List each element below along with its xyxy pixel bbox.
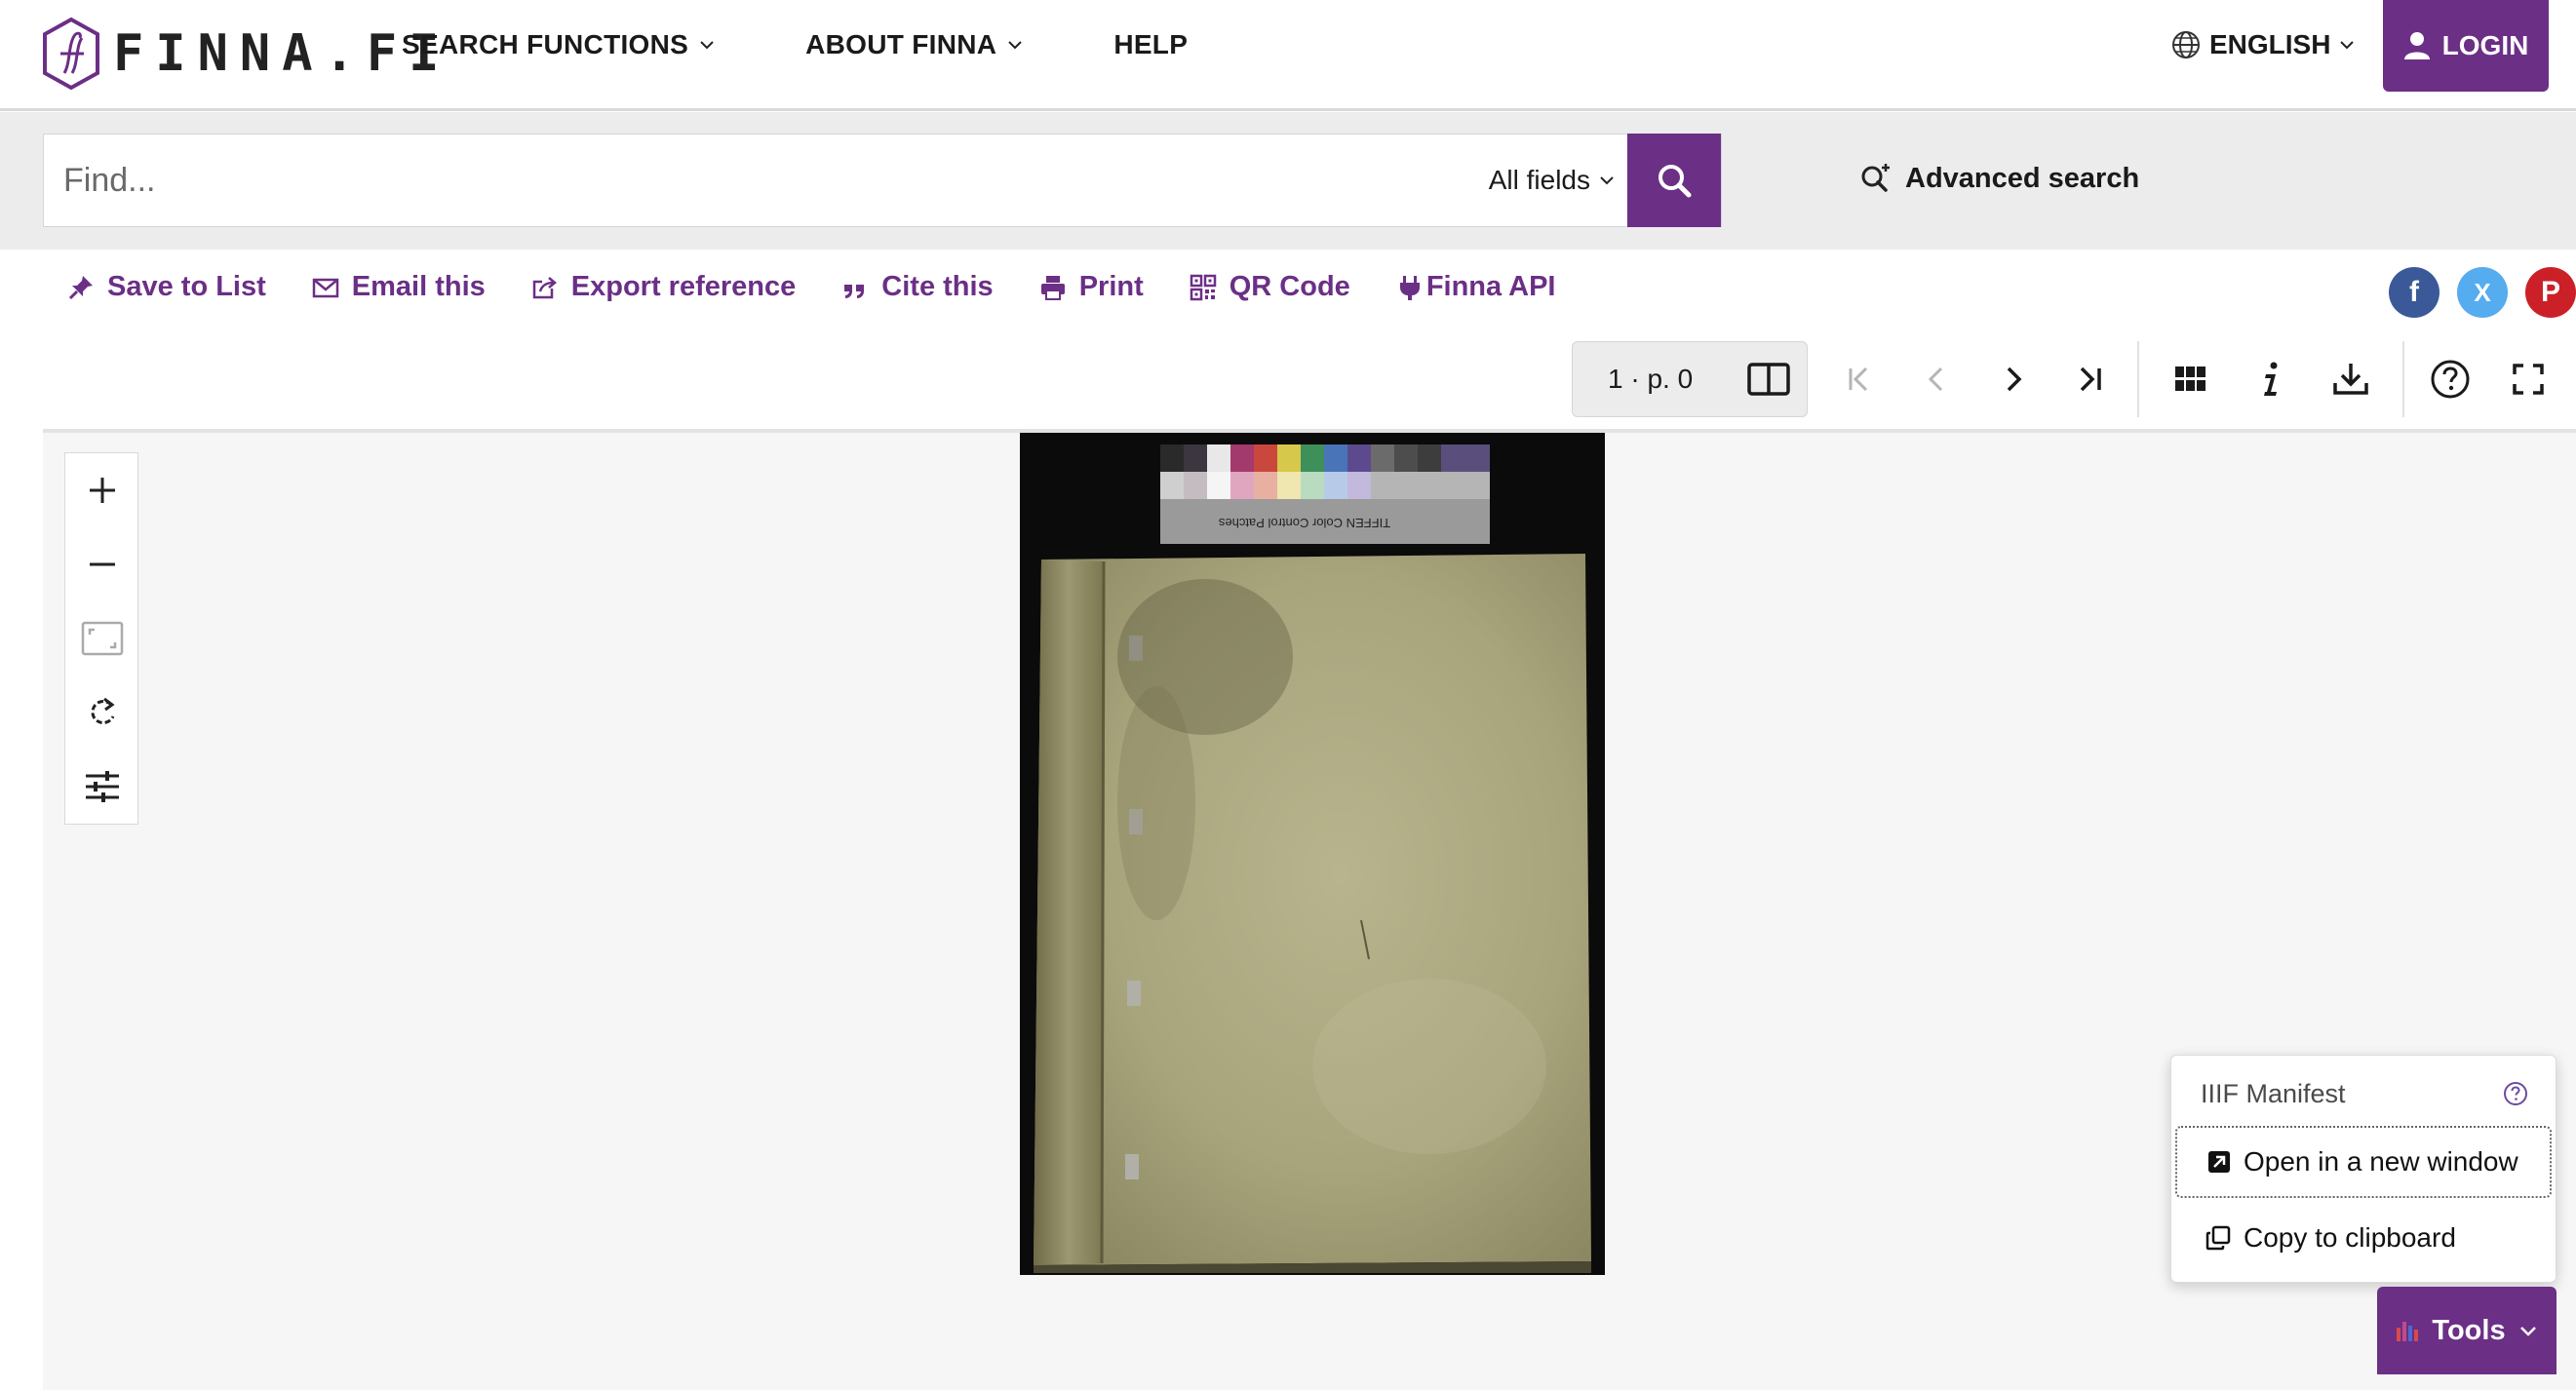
- language-selector[interactable]: ENGLISH: [2170, 29, 2356, 60]
- login-button[interactable]: LOGIN: [2383, 0, 2549, 92]
- email-this-button[interactable]: Email this: [311, 271, 486, 303]
- chevron-down-icon: [2519, 1327, 2536, 1336]
- gallery-view-icon[interactable]: [2168, 355, 2213, 404]
- download-icon[interactable]: [2328, 355, 2373, 404]
- menu-item-label: Open in a new window: [2244, 1146, 2518, 1177]
- iiif-manifest-header: IIIF Manifest: [2201, 1079, 2346, 1108]
- qr-code-button[interactable]: QR Code: [1189, 271, 1350, 303]
- info-icon[interactable]: [2248, 355, 2293, 404]
- brand-name: FINNA.FI: [113, 24, 451, 83]
- facebook-glyph: f: [2409, 276, 2419, 308]
- social-share: f X P: [2389, 267, 2576, 318]
- pin-icon: [68, 275, 93, 299]
- action-label: QR Code: [1229, 271, 1350, 302]
- qr-code-icon: [1190, 274, 1216, 300]
- search-band: All fields Advanced search: [0, 112, 2576, 250]
- advanced-search-link[interactable]: Advanced search: [1858, 161, 2139, 196]
- search-icon: [1659, 165, 1692, 198]
- help-circle-icon[interactable]: [2503, 1081, 2528, 1111]
- user-icon: [2403, 32, 2430, 59]
- nav-item-label: SEARCH FUNCTIONS: [402, 29, 689, 59]
- plug-icon: [1399, 275, 1420, 300]
- color-chart-label: TIFFEN Color Control Patches: [1218, 516, 1390, 530]
- nav-search-functions[interactable]: SEARCH FUNCTIONS: [402, 29, 716, 60]
- tools-chart-icon: [2397, 1322, 2419, 1341]
- pinterest-glyph: P: [2540, 276, 2560, 308]
- previous-page-icon[interactable]: [1915, 355, 1960, 404]
- action-label: Cite this: [881, 271, 994, 302]
- chevron-down-icon: [700, 41, 714, 50]
- envelope-icon: [312, 278, 339, 297]
- facebook-share-icon[interactable]: f: [2389, 267, 2439, 318]
- nav-item-label: HELP: [1113, 29, 1189, 59]
- chevron-down-icon: [1600, 176, 1614, 185]
- search-box: All fields: [43, 134, 1722, 227]
- main-nav: SEARCH FUNCTIONS ABOUT FINNA HELP: [402, 29, 1188, 60]
- tools-label: Tools: [2432, 1314, 2506, 1346]
- save-to-list-button[interactable]: Save to List: [66, 271, 266, 303]
- printer-icon: [1040, 275, 1065, 300]
- copy-icon: [2205, 1225, 2231, 1251]
- search-input[interactable]: [44, 135, 1489, 226]
- book-cover-image: TIFFEN Color Control Patches: [1034, 444, 1591, 1273]
- chevron-down-icon: [2340, 41, 2355, 50]
- site-header: FINNA.FI SEARCH FUNCTIONS ABOUT FINNA HE…: [0, 0, 2576, 111]
- export-reference-button[interactable]: Export reference: [530, 271, 797, 303]
- quote-icon: [844, 284, 865, 298]
- last-page-icon[interactable]: [2067, 355, 2112, 404]
- zoom-in-icon[interactable]: [65, 453, 139, 527]
- image-adjust-icon[interactable]: [65, 750, 139, 824]
- toolbar-divider: [2402, 341, 2404, 417]
- record-actions: Save to List Email this Export reference…: [66, 271, 1555, 303]
- help-icon[interactable]: [2428, 355, 2473, 404]
- x-glyph: X: [2474, 277, 2491, 307]
- language-label: ENGLISH: [2209, 29, 2331, 59]
- action-label: Finna API: [1425, 271, 1556, 302]
- first-page-icon[interactable]: [1837, 355, 1882, 404]
- print-button[interactable]: Print: [1038, 271, 1144, 303]
- tools-dropdown-menu: IIIF Manifest Open in a new window Copy …: [2170, 1055, 2556, 1283]
- search-button[interactable]: [1627, 134, 1721, 227]
- toolbar-divider: [2137, 341, 2139, 417]
- zoom-controls: [64, 452, 138, 825]
- action-label: Save to List: [107, 271, 266, 302]
- fit-to-screen-icon[interactable]: [65, 601, 139, 676]
- page-indicator[interactable]: 1 · p. 0: [1572, 341, 1808, 417]
- pinterest-share-icon[interactable]: P: [2525, 267, 2576, 318]
- finna-logo-icon: [43, 17, 99, 91]
- x-share-icon[interactable]: X: [2457, 267, 2508, 318]
- action-label: Print: [1078, 271, 1144, 302]
- export-icon: [532, 276, 557, 298]
- book: [1034, 554, 1591, 1273]
- nav-help[interactable]: HELP: [1113, 29, 1188, 60]
- document-image[interactable]: TIFFEN Color Control Patches: [1020, 433, 1605, 1275]
- search-field-label: All fields: [1488, 165, 1590, 195]
- color-chart: TIFFEN Color Control Patches: [1160, 444, 1490, 544]
- page-indicator-label: 1 · p. 0: [1608, 364, 1694, 394]
- advanced-search-icon: [1861, 164, 1890, 192]
- next-page-icon[interactable]: [1991, 355, 2036, 404]
- open-in-new-window-item[interactable]: Open in a new window: [2175, 1126, 2552, 1198]
- action-label: Email this: [351, 271, 486, 302]
- tools-button[interactable]: Tools: [2377, 1287, 2556, 1374]
- chevron-down-icon: [1008, 41, 1023, 50]
- menu-item-label: Copy to clipboard: [2244, 1222, 2456, 1253]
- nav-about-finna[interactable]: ABOUT FINNA: [805, 29, 1024, 60]
- login-label: LOGIN: [2441, 30, 2529, 60]
- zoom-out-icon[interactable]: [65, 527, 139, 601]
- action-label: Export reference: [570, 271, 797, 302]
- external-link-icon: [2208, 1151, 2230, 1173]
- finna-api-button[interactable]: Finna API: [1395, 271, 1556, 303]
- nav-item-label: ABOUT FINNA: [805, 29, 997, 59]
- two-page-view-icon[interactable]: [1747, 363, 1790, 396]
- globe-icon: [2172, 31, 2200, 58]
- fullscreen-icon[interactable]: [2506, 355, 2551, 404]
- search-field-select[interactable]: All fields: [1489, 165, 1627, 196]
- copy-to-clipboard-item[interactable]: Copy to clipboard: [2175, 1202, 2552, 1274]
- finna-logo[interactable]: FINNA.FI: [41, 10, 450, 97]
- advanced-search-label: Advanced search: [1905, 162, 2140, 194]
- cite-this-button[interactable]: Cite this: [840, 271, 994, 303]
- rotate-icon[interactable]: [65, 676, 139, 750]
